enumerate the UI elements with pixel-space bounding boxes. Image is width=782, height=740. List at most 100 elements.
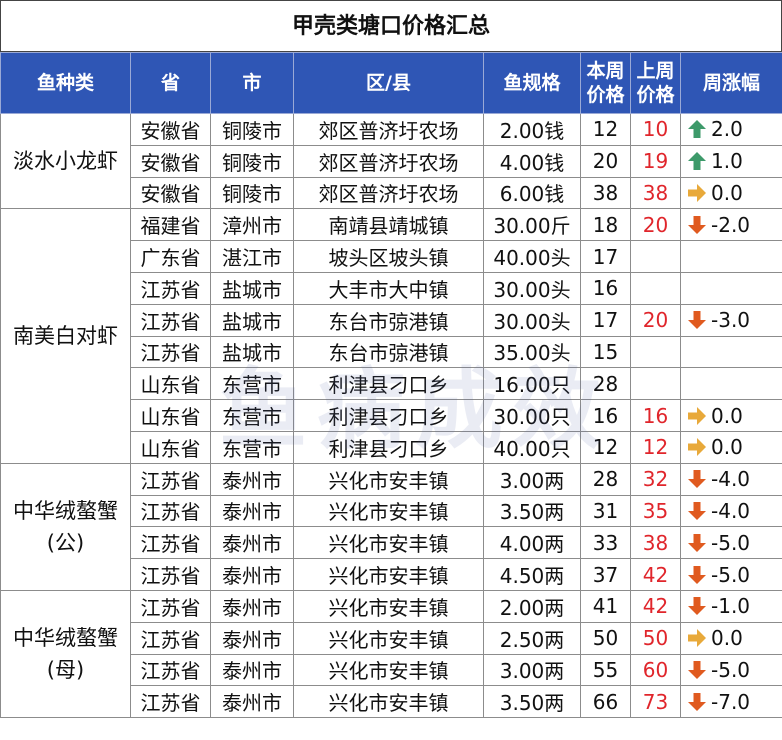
this-week-price-cell: 16 (580, 399, 631, 432)
weekly-change-value: 2.0 (711, 117, 743, 142)
arrow-right-icon (687, 406, 707, 426)
this-week-price-cell: 33 (580, 526, 631, 560)
last-week-price-cell: 19 (630, 144, 681, 178)
spec-cell: 6.00钱 (483, 176, 581, 210)
header-province: 省 (130, 52, 211, 114)
weekly-change-value: -4.0 (711, 467, 751, 492)
last-week-price-cell: 42 (630, 589, 681, 623)
last-week-price-cell: 20 (630, 303, 681, 337)
province-cell: 江苏省 (130, 526, 211, 560)
header-spec: 鱼规格 (483, 52, 581, 114)
city-cell: 泰州市 (210, 685, 294, 719)
arrow-down-icon (687, 215, 707, 235)
category-label-line: 中华绒螯蟹 (13, 626, 118, 651)
spec-cell: 30.00头 (483, 303, 581, 337)
header-city: 市 (210, 52, 294, 114)
arrow-down-icon (687, 565, 707, 585)
category-cell: 中华绒螯蟹 (母) (0, 589, 131, 719)
arrow-right-icon (687, 183, 707, 203)
city-cell: 泰州市 (210, 494, 294, 528)
arrow-down-icon (687, 692, 707, 712)
category-label-line: 中华绒螯蟹 (13, 498, 118, 523)
header-row: 鱼种类 省 市 区/县 鱼规格 本周 价格 上周 价格 周涨幅 (0, 52, 782, 114)
header-this-week-line1: 本周 (586, 60, 625, 82)
district-cell: 兴化市安丰镇 (293, 621, 484, 655)
weekly-change-value: 0.0 (711, 435, 743, 460)
province-cell: 江苏省 (130, 335, 211, 369)
arrow-down-icon (687, 533, 707, 553)
district-cell: 兴化市安丰镇 (293, 558, 484, 591)
last-week-price-cell: 20 (630, 208, 681, 242)
spec-cell: 2.50两 (483, 621, 581, 655)
province-cell: 江苏省 (130, 558, 211, 591)
this-week-price-cell: 20 (580, 144, 631, 178)
weekly-change-value: -5.0 (711, 530, 751, 555)
city-cell: 盐城市 (210, 335, 294, 369)
city-cell: 泰州市 (210, 589, 294, 623)
spec-cell: 4.00两 (483, 526, 581, 560)
district-cell: 兴化市安丰镇 (293, 685, 484, 719)
this-week-price-cell: 28 (580, 367, 631, 401)
spec-cell: 3.50两 (483, 685, 581, 719)
weekly-change-cell (680, 367, 782, 401)
district-cell: 利津县刁口乡 (293, 399, 484, 432)
weekly-change-cell (680, 271, 782, 305)
table-row: 淡水小龙虾 安徽省 铜陵市 郊区普济圩农场 2.00钱 12 10 2.0 (0, 112, 782, 210)
price-table: 鱼种类 省 市 区/县 鱼规格 本周 价格 上周 价格 周涨幅 淡水小龙虾 安徽省… (0, 52, 782, 719)
this-week-price-cell: 28 (580, 462, 631, 496)
city-cell: 东营市 (210, 399, 294, 432)
province-cell: 江苏省 (130, 494, 211, 528)
city-cell: 泰州市 (210, 653, 294, 687)
spec-cell: 2.00钱 (483, 113, 581, 146)
province-cell: 江苏省 (130, 462, 211, 496)
this-week-price-cell: 66 (580, 685, 631, 719)
weekly-change-value: 1.0 (711, 149, 743, 174)
spec-cell: 40.00头 (483, 240, 581, 273)
this-week-price-cell: 15 (580, 335, 631, 369)
spec-cell: 30.00头 (483, 271, 581, 305)
this-week-price-cell: 18 (580, 208, 631, 242)
this-week-price-cell: 55 (580, 653, 631, 687)
province-cell: 安徽省 (130, 176, 211, 210)
arrow-down-icon (687, 660, 707, 680)
price-summary-sheet: 甲壳类塘口价格汇总 鱼种类 省 市 区/县 鱼规格 本周 价格 上周 价格 周涨… (0, 0, 782, 740)
weekly-change-cell: -5.0 (680, 653, 782, 687)
city-cell: 铜陵市 (210, 113, 294, 146)
district-cell: 大丰市大中镇 (293, 271, 484, 305)
category-label-line: 南美白对虾 (13, 324, 118, 349)
arrow-down-icon (687, 310, 707, 330)
last-week-price-cell (630, 367, 681, 401)
spec-cell: 3.00两 (483, 462, 581, 496)
district-cell: 郊区普济圩农场 (293, 113, 484, 146)
city-cell: 盐城市 (210, 271, 294, 305)
category-cell: 南美白对虾 (0, 208, 131, 464)
city-cell: 铜陵市 (210, 144, 294, 178)
weekly-change-value: -4.0 (711, 498, 751, 523)
last-week-price-cell: 38 (630, 176, 681, 210)
header-category: 鱼种类 (0, 52, 131, 114)
weekly-change-cell: -2.0 (680, 208, 782, 242)
district-cell: 郊区普济圩农场 (293, 144, 484, 178)
city-cell: 泰州市 (210, 558, 294, 591)
province-cell: 江苏省 (130, 589, 211, 623)
this-week-price-cell: 41 (580, 589, 631, 623)
last-week-price-cell (630, 335, 681, 369)
province-cell: 江苏省 (130, 303, 211, 337)
arrow-down-icon (687, 596, 707, 616)
category-cell: 中华绒螯蟹 (公) (0, 462, 131, 591)
weekly-change-value: 0.0 (711, 180, 743, 205)
last-week-price-cell: 38 (630, 526, 681, 560)
arrow-down-icon (687, 501, 707, 521)
header-last-week-line1: 上周 (636, 60, 675, 82)
last-week-price-cell (630, 271, 681, 305)
header-last-week-line2: 价格 (636, 84, 675, 106)
weekly-change-cell (680, 240, 782, 273)
weekly-change-cell: -3.0 (680, 303, 782, 337)
arrow-right-icon (687, 437, 707, 457)
city-cell: 东营市 (210, 367, 294, 401)
weekly-change-cell: 0.0 (680, 621, 782, 655)
table-body: 淡水小龙虾 安徽省 铜陵市 郊区普济圩农场 2.00钱 12 10 2.0 安徽省 铜陵市 郊区普济… (0, 112, 782, 719)
this-week-price-cell: 37 (580, 558, 631, 591)
sheet-title: 甲壳类塘口价格汇总 (0, 0, 782, 52)
district-cell: 郊区普济圩农场 (293, 176, 484, 210)
